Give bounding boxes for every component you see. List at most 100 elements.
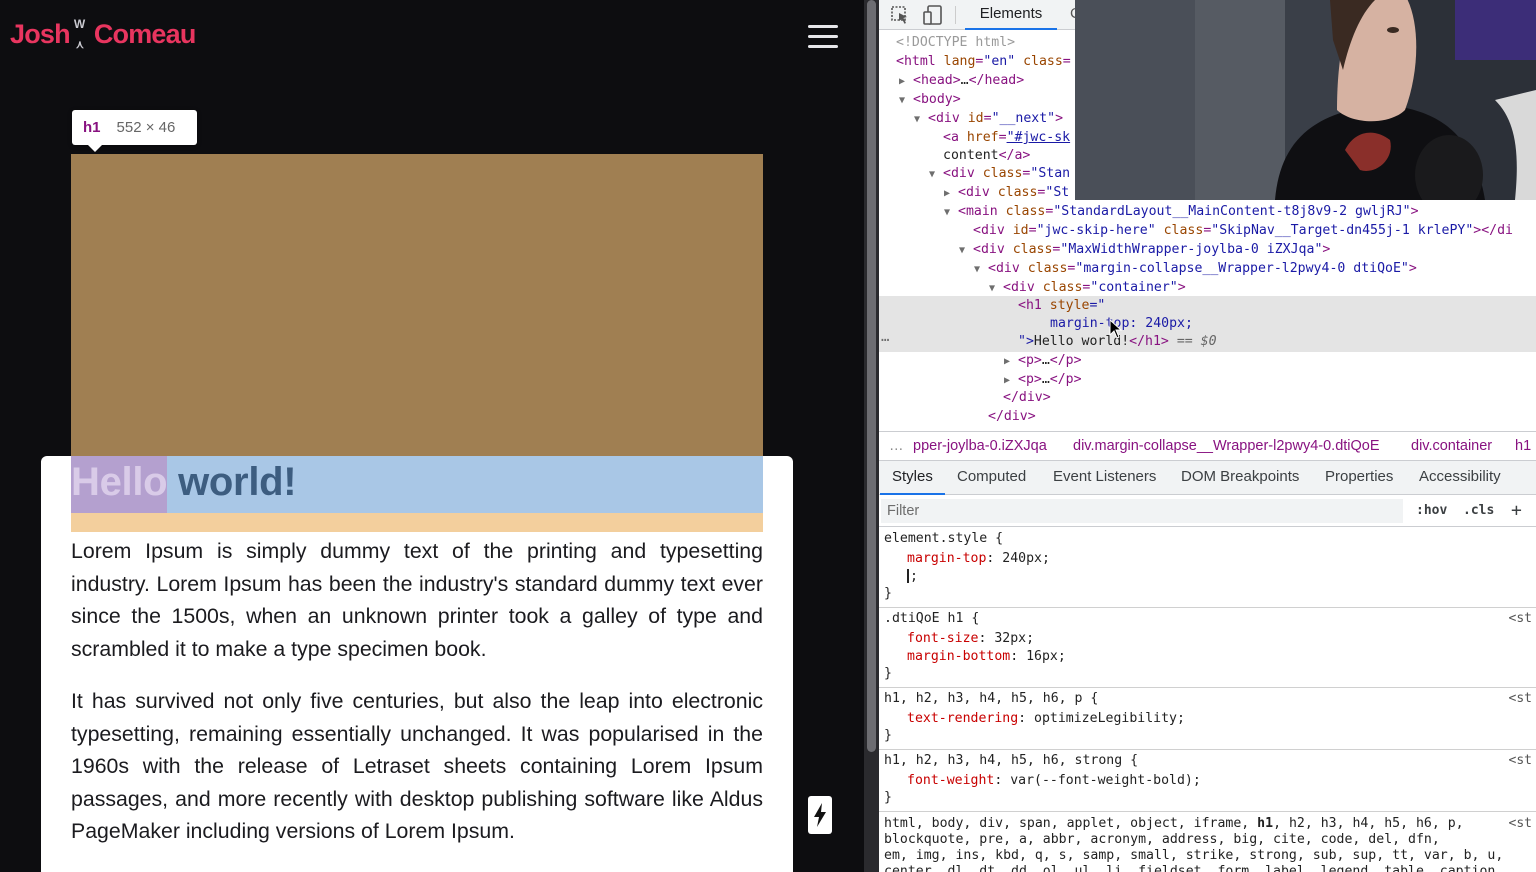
- tag-close: </p>: [1049, 353, 1082, 368]
- attr-value: "jwc-skip-here": [1036, 223, 1156, 238]
- rule-selector[interactable]: h1, h2, h3, h4, h5, h6, strong {: [884, 751, 1138, 770]
- dom-maxwidth[interactable]: ▼ <div class="MaxWidthWrapper-joylba-0 iZ…: [959, 240, 1330, 259]
- dom-skip-target[interactable]: <div id="jwc-skip-here" class="SkipNav__…: [973, 221, 1513, 240]
- rule-declaration[interactable]: font-weight: var(--font-weight-bold);: [907, 771, 1201, 790]
- class-toggle[interactable]: .cls: [1463, 495, 1494, 527]
- property-value[interactable]: 16px;: [1026, 649, 1066, 664]
- tab-styles[interactable]: Styles: [880, 461, 945, 495]
- expand-triangle-icon[interactable]: ▶: [1004, 352, 1018, 371]
- tag-close: >: [1410, 204, 1419, 219]
- attr-link-value[interactable]: "#jwc-sk: [1007, 130, 1071, 145]
- device-toolbar-icon[interactable]: [921, 3, 945, 27]
- paragraph-1: Lorem Ipsum is simply dummy text of the …: [71, 539, 763, 661]
- dom-body[interactable]: ▼ <body>: [899, 90, 961, 109]
- dom-doctype[interactable]: <!DOCTYPE html>: [896, 33, 1015, 52]
- empty-property[interactable]: ;: [910, 569, 918, 584]
- logo-mark-icon: W ⋏: [71, 14, 93, 54]
- dom-div-close[interactable]: </div>: [1003, 388, 1051, 407]
- head-open: <head>: [913, 73, 961, 88]
- property-value[interactable]: var(--font-weight-bold);: [1010, 773, 1201, 788]
- attr-value: "SkipNav__Target-dn455j-1 krlePY": [1211, 223, 1474, 238]
- rule-source-link[interactable]: <st: [1509, 609, 1532, 628]
- rule-selector-line[interactable]: center, dl, dt, dd, ol, ul, li, fieldset…: [884, 864, 1503, 872]
- hover-state-toggle[interactable]: :hov: [1416, 495, 1447, 527]
- dom-div-close[interactable]: </div>: [988, 407, 1036, 426]
- breadcrumb-item-margin-collapse[interactable]: div.margin-collapse__Wrapper-l2pwy4-0.dt…: [1073, 432, 1380, 460]
- rule-declaration[interactable]: margin-bottom: 16px;: [907, 647, 1066, 666]
- add-rule-icon[interactable]: +: [1511, 495, 1522, 527]
- tag-open: <div: [943, 166, 975, 181]
- property-value[interactable]: optimizeLegibility;: [1034, 711, 1185, 726]
- doctype-text: <!DOCTYPE html>: [896, 35, 1016, 50]
- collapse-triangle-icon[interactable]: ▼: [899, 91, 913, 110]
- more-options-icon[interactable]: …: [881, 329, 889, 345]
- property-name[interactable]: text-rendering: [907, 711, 1018, 726]
- rule-dtiqoe-h1: .dtiQoE h1 { <st font-size: 32px; margin…: [879, 608, 1536, 688]
- selected-node-marker: == $0: [1176, 334, 1217, 349]
- dom-st-div[interactable]: ▶ <div class="St: [944, 183, 1069, 202]
- tab-event-listeners[interactable]: Event Listeners: [1053, 461, 1156, 493]
- tab-properties[interactable]: Properties: [1325, 461, 1393, 493]
- tab-accessibility[interactable]: Accessibility: [1419, 461, 1501, 493]
- dom-h1-open[interactable]: <h1 style=": [1018, 296, 1105, 315]
- tab-elements[interactable]: Elements: [965, 0, 1057, 30]
- site-logo[interactable]: Josh W ⋏ Comeau: [10, 14, 196, 54]
- property-name[interactable]: font-weight: [907, 773, 994, 788]
- styles-pane: element.style { margin-top: 240px; ; } .…: [879, 528, 1536, 872]
- attr-name: id: [967, 111, 984, 126]
- lightning-bolt-icon[interactable]: [808, 796, 832, 834]
- property-name[interactable]: margin-bottom: [907, 649, 1010, 664]
- collapse-triangle-icon[interactable]: ▼: [974, 260, 988, 279]
- dom-stan-div[interactable]: ▼ <div class="Stan: [929, 164, 1070, 183]
- breadcrumb-item-h1[interactable]: h1: [1515, 432, 1531, 460]
- collapse-triangle-icon[interactable]: ▼: [929, 165, 943, 184]
- rule-declaration[interactable]: text-rendering: optimizeLegibility;: [907, 709, 1185, 728]
- expand-triangle-icon[interactable]: ▶: [899, 72, 913, 91]
- breadcrumb-item-maxwidth[interactable]: pper-joylba-0.iZXJqa: [913, 432, 1047, 460]
- scrollbar-thumb[interactable]: [867, 0, 876, 752]
- dom-next-div[interactable]: ▼ <div id="__next">: [914, 109, 1063, 128]
- dom-p1[interactable]: ▶ <p>…</p>: [1004, 351, 1082, 370]
- dom-p2[interactable]: ▶ <p>…</p>: [1004, 370, 1082, 389]
- rule-selector[interactable]: .dtiQoE h1 {: [884, 609, 979, 628]
- attr-name: id: [1012, 223, 1029, 238]
- dom-head[interactable]: ▶ <head>…</head>: [899, 71, 1024, 90]
- collapse-triangle-icon[interactable]: ▼: [959, 241, 973, 260]
- breadcrumb-item-container[interactable]: div.container: [1411, 432, 1492, 460]
- property-name[interactable]: font-size: [907, 631, 978, 646]
- tag-close: >: [1177, 280, 1186, 295]
- rule-declaration-editing[interactable]: ;: [907, 567, 918, 586]
- inspect-element-icon[interactable]: [888, 3, 912, 27]
- property-value[interactable]: 240px;: [1002, 551, 1050, 566]
- styles-filter-input[interactable]: [881, 499, 1403, 523]
- collapse-triangle-icon[interactable]: ▼: [914, 110, 928, 129]
- dom-breadcrumb: … pper-joylba-0.iZXJqa div.margin-collap…: [879, 431, 1536, 461]
- tab-dom-breakpoints[interactable]: DOM Breakpoints: [1181, 461, 1299, 493]
- rule-selector[interactable]: element.style {: [884, 529, 1003, 548]
- expand-triangle-icon[interactable]: ▶: [944, 184, 958, 203]
- property-value[interactable]: 32px;: [994, 631, 1034, 646]
- page-scrollbar[interactable]: [864, 0, 879, 872]
- dom-skip-link-content[interactable]: content</a>: [943, 146, 1030, 165]
- menu-hamburger-icon[interactable]: [806, 22, 840, 50]
- dom-main[interactable]: ▼ <main class="StandardLayout__MainConten…: [944, 202, 1419, 221]
- dom-html[interactable]: <html lang="en" class=: [896, 52, 1071, 71]
- dom-skip-link[interactable]: <a href="#jwc-sk: [943, 128, 1070, 147]
- rule-declaration[interactable]: margin-top: 240px;: [907, 549, 1050, 568]
- breadcrumb-overflow[interactable]: …: [889, 432, 904, 460]
- badge-tag: h1: [83, 119, 101, 136]
- rule-source-link[interactable]: <st: [1509, 689, 1532, 708]
- rule-source-link[interactable]: <st: [1509, 751, 1532, 770]
- rule-declaration[interactable]: font-size: 32px;: [907, 629, 1034, 648]
- dom-container[interactable]: ▼ <div class="container">: [989, 278, 1186, 297]
- tag-open: <div: [973, 242, 1005, 257]
- collapse-triangle-icon[interactable]: ▼: [944, 203, 958, 222]
- dom-margin-collapse[interactable]: ▼ <div class="margin-collapse__Wrapper-l2…: [974, 259, 1417, 278]
- tag-close: </a>: [998, 148, 1031, 163]
- property-name[interactable]: margin-top: [907, 551, 986, 566]
- rule-reset: html, body, div, span, applet, object, i…: [879, 812, 1536, 872]
- tab-computed[interactable]: Computed: [957, 461, 1026, 493]
- rule-source-link[interactable]: <st: [1509, 816, 1532, 832]
- rule-selector[interactable]: h1, h2, h3, h4, h5, h6, p {: [884, 689, 1098, 708]
- attr-name: class: [1005, 204, 1046, 219]
